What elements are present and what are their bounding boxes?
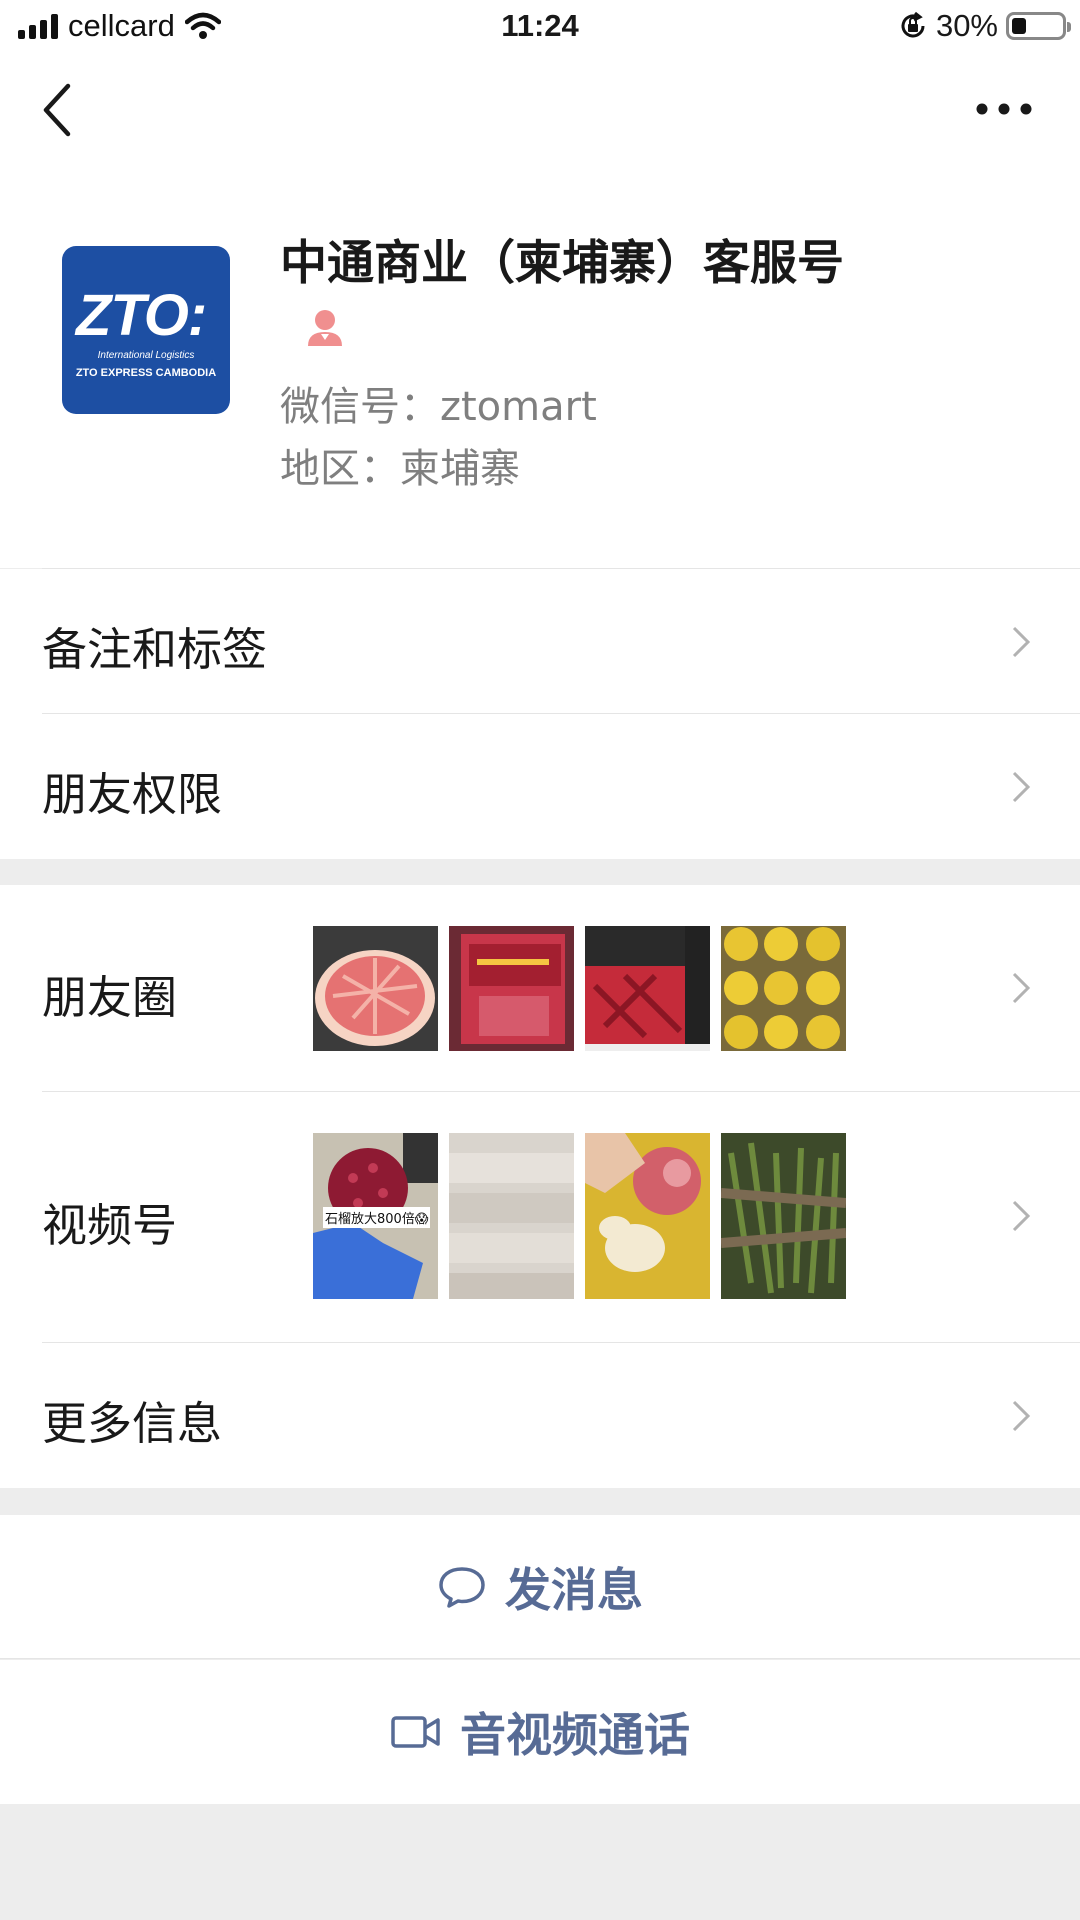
channels-row[interactable]: 视频号 石榴放大800倍😱	[0, 1091, 1080, 1343]
chevron-right-icon	[1012, 1200, 1031, 1232]
channels-thumbnail: 石榴放大800倍😱	[313, 1133, 438, 1299]
moments-label: 朋友圈	[42, 971, 178, 1024]
female-avatar-icon	[308, 309, 342, 346]
remarks-and-tags-row[interactable]: 备注和标签	[0, 569, 1080, 714]
settings-group: 备注和标签 朋友权限	[0, 569, 1080, 859]
chevron-right-icon	[1012, 771, 1031, 803]
friend-permissions-label: 朋友权限	[42, 768, 223, 821]
friend-permissions-row[interactable]: 朋友权限	[0, 714, 1080, 859]
battery-level	[1012, 18, 1027, 34]
channels-thumbnail	[449, 1133, 574, 1299]
avatar-logo: ZTO:	[76, 283, 207, 348]
profile-header: ZTO: International Logistics ZTO EXPRESS…	[0, 164, 1080, 569]
moments-thumbnail	[721, 926, 846, 1051]
wechat-id-value: ztomart	[440, 384, 597, 430]
profile-name: 中通商业（柬埔寨）客服号	[280, 234, 900, 354]
moments-thumbnail	[449, 926, 574, 1051]
more-options-icon[interactable]	[974, 94, 1034, 124]
profile-name-text: 中通商业（柬埔寨）客服号	[280, 236, 844, 291]
channels-thumbnail-caption: 石榴放大800倍😱	[323, 1207, 431, 1228]
channels-thumbnail	[585, 1133, 710, 1299]
region-value: 柬埔寨	[400, 446, 520, 492]
chevron-right-icon	[1012, 972, 1031, 1004]
channels-label: 视频号	[42, 1199, 178, 1252]
chevron-right-icon	[1012, 626, 1031, 658]
send-message-button[interactable]: 发消息	[0, 1515, 1080, 1659]
more-info-label: 更多信息	[42, 1397, 223, 1450]
video-call-label: 音视频通话	[460, 1708, 690, 1762]
channels-thumbnails: 石榴放大800倍😱	[313, 1133, 846, 1299]
avatar-logo-subtitle: International Logistics	[97, 350, 195, 361]
moments-thumbnail	[313, 926, 438, 1051]
status-bar: cellcard 11:24 30%	[0, 0, 1080, 54]
channels-thumbnail	[721, 1133, 846, 1299]
send-message-label: 发消息	[505, 1563, 643, 1617]
back-icon[interactable]	[34, 80, 84, 140]
wechat-id: 微信号：ztomart	[280, 374, 597, 432]
chevron-right-icon	[1012, 1400, 1031, 1432]
battery-icon	[1006, 12, 1071, 40]
more-info-row[interactable]: 更多信息	[0, 1343, 1080, 1488]
moments-thumbnails	[313, 926, 846, 1051]
navigation-bar	[0, 54, 1080, 164]
battery-percent: 30%	[935, 8, 998, 43]
divider	[0, 1658, 1080, 1659]
moments-thumbnail	[585, 926, 710, 1051]
video-call-button[interactable]: 音视频通话	[0, 1660, 1080, 1804]
moments-row[interactable]: 朋友圈	[0, 885, 1080, 1092]
remarks-and-tags-label: 备注和标签	[42, 623, 268, 676]
avatar[interactable]: ZTO: International Logistics ZTO EXPRESS…	[62, 246, 230, 414]
rotation-lock-icon	[901, 11, 925, 38]
region: 地区：柬埔寨	[280, 436, 520, 494]
region-label: 地区：	[280, 446, 400, 492]
chat-bubble-icon	[439, 1567, 485, 1608]
wechat-id-label: 微信号：	[280, 384, 440, 430]
video-camera-icon	[391, 1716, 440, 1748]
avatar-logo-caption: ZTO EXPRESS CAMBODIA	[75, 367, 217, 379]
content-group: 朋友圈 视频号 石榴放大800倍😱 更多信息	[0, 885, 1080, 1488]
